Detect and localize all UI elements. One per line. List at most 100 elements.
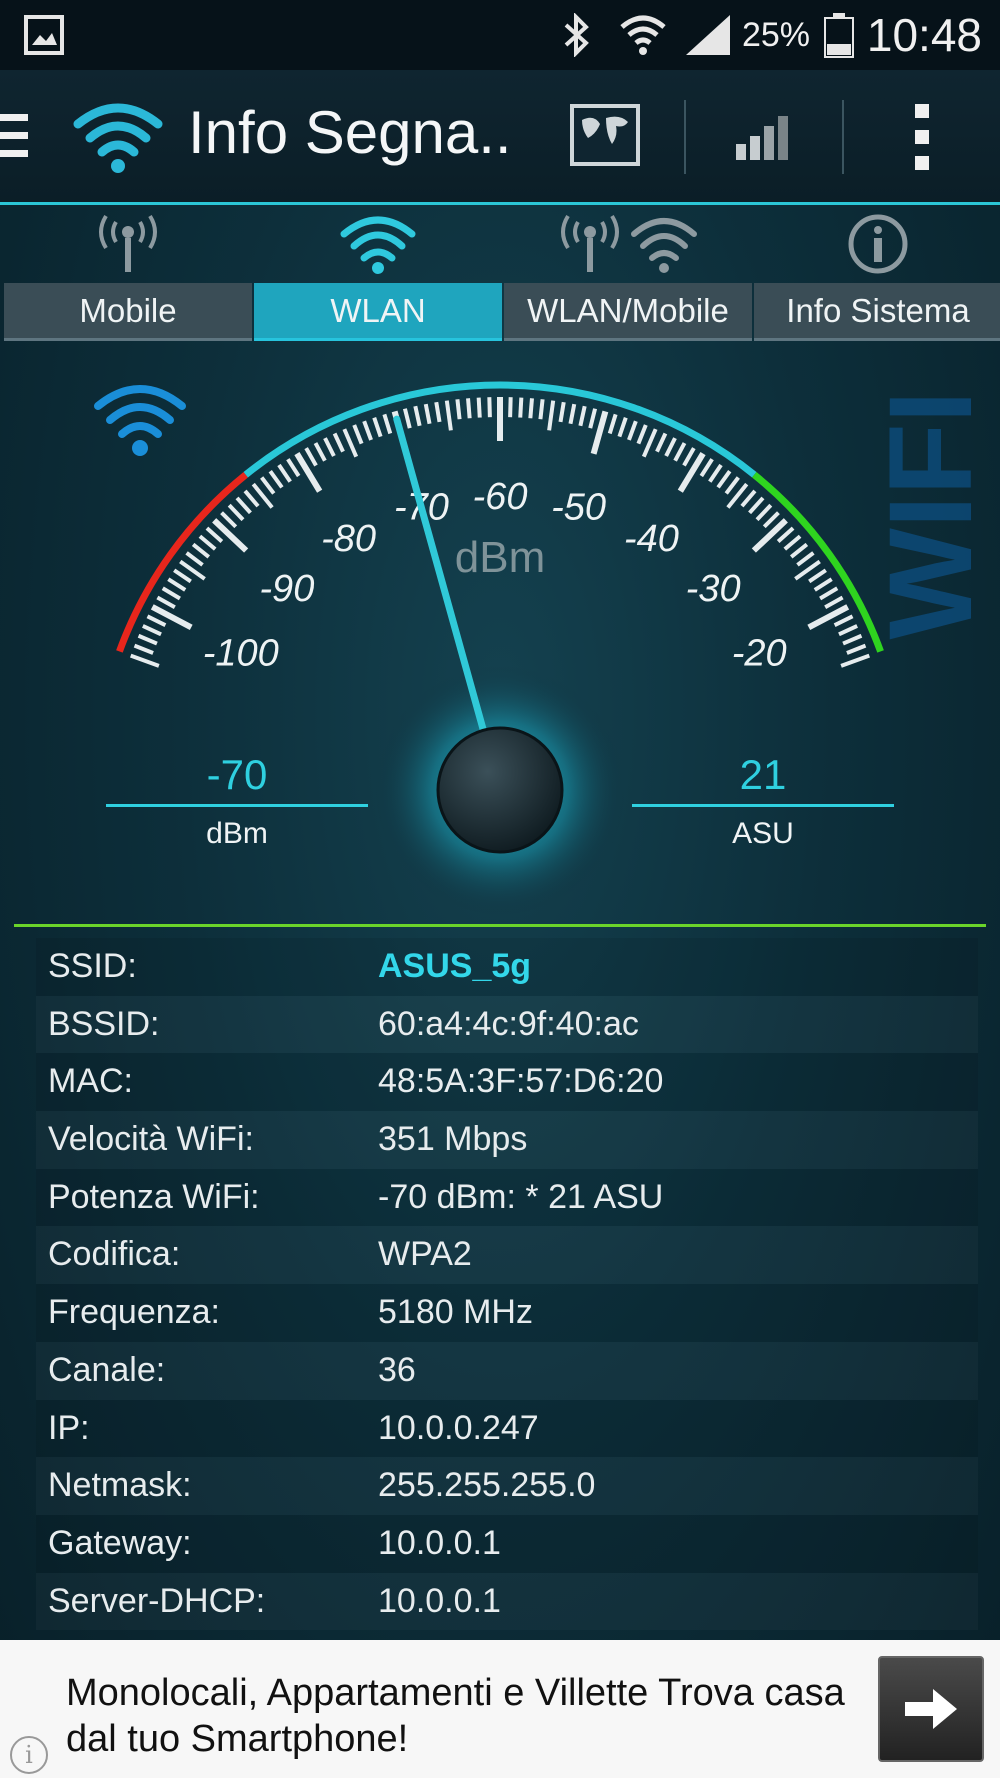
info-label: SSID: [48, 947, 137, 985]
tab-mobile[interactable]: Mobile [4, 205, 252, 341]
gauge-tick-label: -60 [473, 476, 528, 518]
info-label: Canale: [48, 1350, 166, 1389]
antenna-icon [4, 205, 252, 283]
minor-tick [796, 551, 815, 567]
status-bar: 25% 10:48 [0, 0, 1000, 70]
minor-tick [191, 542, 211, 559]
info-label: Netmask: [48, 1466, 192, 1505]
asu-unit: ASU [732, 817, 794, 850]
info-value: 36 [378, 1350, 416, 1389]
minor-tick [838, 624, 858, 637]
minor-tick [137, 633, 158, 646]
minor-tick [382, 413, 393, 435]
action-bar: Info Segna.. [0, 70, 1000, 205]
info-row-bssid: BSSID: 60:a4:4c:9f:40:ac [36, 996, 978, 1054]
minor-tick [813, 577, 833, 592]
major-tick [294, 451, 323, 493]
minor-tick [235, 496, 252, 515]
minor-tick [607, 413, 618, 435]
minor-tick [840, 653, 870, 668]
minor-tick [455, 399, 462, 420]
minor-tick [444, 400, 453, 431]
gauge-tick-label: -100 [203, 632, 279, 674]
gauge-tick-label: -50 [551, 487, 606, 529]
gauge-tick-label: -40 [624, 518, 679, 560]
arrow-right-icon [905, 1689, 957, 1729]
minor-tick [682, 447, 696, 467]
minor-tick [304, 447, 318, 467]
overflow-menu-icon[interactable] [912, 104, 932, 175]
info-value: WPA2 [378, 1235, 472, 1274]
major-tick [677, 451, 706, 493]
minor-tick [487, 397, 492, 418]
tab-label: Mobile [4, 283, 252, 341]
ad-info-icon[interactable]: i [10, 1736, 48, 1774]
major-tick [150, 604, 193, 631]
minor-tick [724, 476, 740, 495]
minor-tick [372, 417, 383, 438]
info-row-ip: IP: 10.0.0.247 [36, 1399, 978, 1458]
minor-tick [740, 489, 757, 508]
minor-tick [130, 653, 160, 668]
minor-tick [434, 401, 442, 423]
minor-tick [708, 463, 723, 483]
info-value: 10.0.0.247 [378, 1408, 539, 1447]
minor-tick [627, 420, 638, 441]
minor-tick [227, 503, 245, 522]
info-row-gateway: Gateway: 10.0.0.1 [36, 1514, 978, 1573]
tab-wlan[interactable]: WLAN [254, 205, 502, 341]
dbm-readout: -70 dBm [106, 750, 368, 851]
dbm-value: -70 [206, 751, 268, 798]
tab-info-sistema[interactable]: Info Sistema [754, 205, 1000, 341]
minor-tick [286, 458, 301, 478]
minor-tick [783, 534, 802, 551]
info-value: 255.255.255.0 [378, 1466, 596, 1505]
wifi-logo-icon [72, 96, 164, 181]
minor-tick [173, 568, 192, 584]
signal-bars-icon[interactable] [734, 114, 790, 167]
info-row-speed: Velocità WiFi: 351 Mbps [36, 1111, 978, 1169]
minor-tick [205, 526, 224, 543]
info-icon [754, 205, 1000, 283]
minor-tick [568, 403, 577, 425]
menu-icon[interactable] [0, 114, 30, 163]
minor-tick [518, 397, 524, 418]
minor-tick [268, 469, 284, 489]
info-value: 60:a4:4c:9f:40:ac [378, 1004, 639, 1043]
ad-arrow-button[interactable] [878, 1656, 984, 1762]
minor-tick [776, 526, 795, 543]
minor-tick [636, 424, 648, 445]
minor-tick [558, 401, 566, 423]
info-value: 10.0.0.1 [378, 1581, 501, 1620]
minor-tick [220, 511, 238, 529]
minor-tick [846, 643, 867, 655]
gallery-icon [24, 0, 64, 70]
major-tick [212, 518, 249, 553]
minor-tick [243, 489, 260, 508]
gauge-tick-label: -90 [259, 568, 314, 610]
major-tick [590, 410, 609, 455]
map-icon[interactable] [570, 104, 640, 171]
minor-tick [755, 503, 773, 522]
readout-underline [632, 804, 894, 807]
tab-label: WLAN/Mobile [504, 283, 752, 341]
wifi-icon [618, 0, 668, 70]
tab-label: WLAN [254, 283, 502, 341]
info-row-power: Potenza WiFi: -70 dBm: * 21 ASU [36, 1168, 978, 1227]
minor-tick [673, 442, 687, 462]
app-title: Info Segna.. [188, 99, 512, 166]
info-label: Codifica: [48, 1235, 181, 1274]
gauge-hub [436, 726, 564, 854]
minor-tick [342, 428, 359, 458]
ad-banner[interactable]: Monolocali, Appartamenti e Villette Trov… [0, 1640, 1000, 1778]
info-label: Potenza WiFi: [48, 1177, 260, 1216]
ad-text[interactable]: Monolocali, Appartamenti e Villette Trov… [66, 1670, 866, 1762]
info-label: MAC: [48, 1062, 133, 1101]
gauge-ticks [130, 397, 870, 668]
minor-tick [833, 614, 854, 627]
tab-wlan-mobile[interactable]: WLAN/Mobile [504, 205, 752, 341]
info-label: IP: [48, 1408, 90, 1447]
asu-value: 21 [739, 751, 787, 798]
gauge-tick-label: -20 [732, 632, 787, 674]
info-row-frequency: Frequenza: 5180 MHz [36, 1284, 978, 1342]
